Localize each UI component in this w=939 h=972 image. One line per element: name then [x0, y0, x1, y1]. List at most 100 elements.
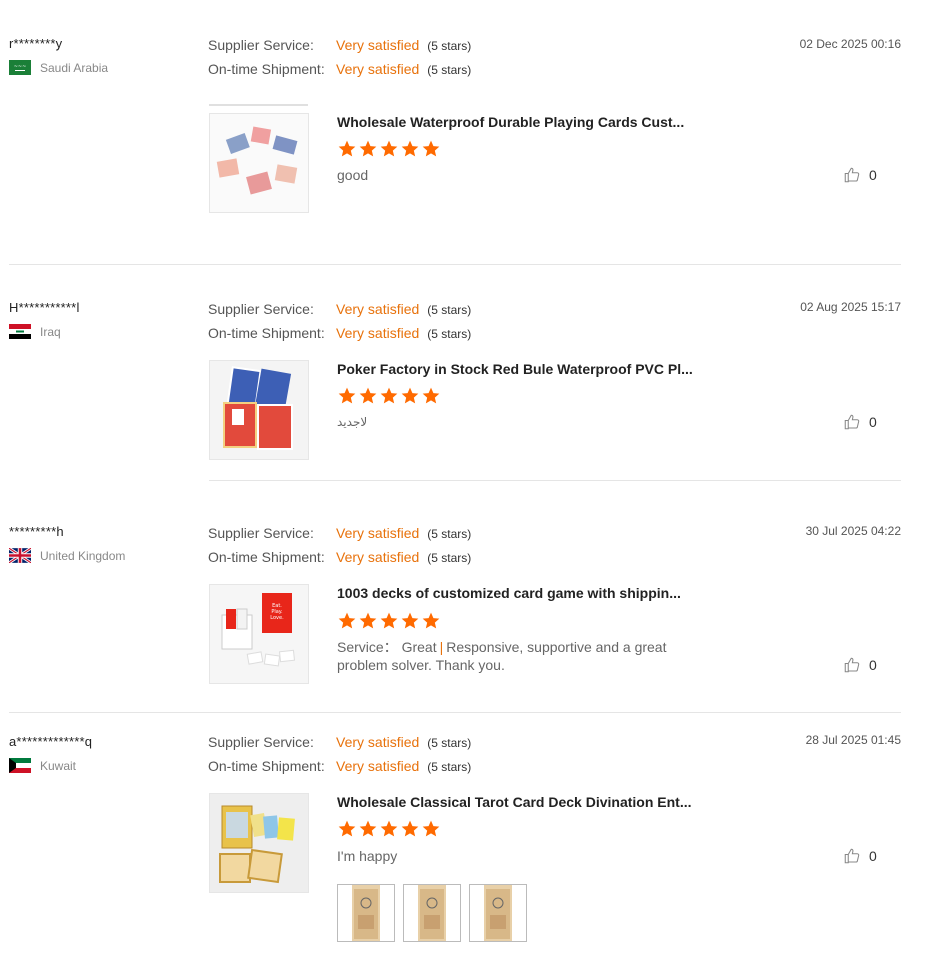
- review-comment: لاجديد: [337, 415, 368, 429]
- star-icon: [338, 140, 356, 157]
- shipment-rating: On-time Shipment: Very satisfied (5 star…: [208, 325, 471, 341]
- svg-text:~~~: ~~~: [14, 64, 27, 70]
- like-count: 0: [869, 414, 877, 430]
- star-icon: [359, 387, 377, 404]
- review-photo[interactable]: [337, 884, 395, 942]
- saudi-arabia-flag-icon: ~~~: [9, 60, 31, 75]
- review-item: r********y ~~~ Saudi Arabia Supplier Ser…: [0, 0, 939, 265]
- product-image[interactable]: Eat. Play. Love.: [209, 584, 309, 684]
- supplier-service-rating: Supplier Service: Very satisfied (5 star…: [208, 525, 471, 541]
- like-button[interactable]: 0: [843, 847, 877, 865]
- review-comment: Service： Great | Responsive, supportive an…: [337, 638, 677, 674]
- thumbs-up-icon: [844, 848, 860, 864]
- rating-value: Very satisfied: [336, 758, 420, 774]
- rating-value: Very satisfied: [336, 734, 420, 750]
- supplier-service-rating: Supplier Service: Very satisfied (5 star…: [208, 301, 471, 317]
- star-icon: [401, 612, 419, 629]
- shipment-rating: On-time Shipment: Very satisfied (5 star…: [208, 549, 471, 565]
- rating-stars-text: (5 stars): [427, 303, 472, 317]
- kuwait-flag-icon: [9, 758, 31, 773]
- review-item: *********h United Kingdom Supplier Servi…: [0, 490, 939, 712]
- supplier-service-rating: Supplier Service: Very satisfied (5 star…: [208, 37, 471, 53]
- like-button[interactable]: 0: [843, 166, 877, 184]
- country-name: Saudi Arabia: [40, 60, 109, 75]
- rating-label: On-time Shipment:: [208, 758, 325, 774]
- like-count: 0: [869, 657, 877, 673]
- review-date: 28 Jul 2025 01:45: [805, 733, 901, 747]
- star-icon: [422, 612, 440, 629]
- reviewer-country: United Kingdom: [9, 548, 125, 563]
- rating-label: Supplier Service:: [208, 525, 314, 541]
- rating-label: Supplier Service:: [208, 37, 314, 53]
- shipment-rating: On-time Shipment: Very satisfied (5 star…: [208, 61, 471, 77]
- review-comment: good: [337, 167, 369, 183]
- rating-value: Very satisfied: [336, 37, 420, 53]
- supplier-service-rating: Supplier Service: Very satisfied (5 star…: [208, 734, 471, 750]
- product-image[interactable]: [209, 113, 309, 213]
- product-rating-stars: [337, 819, 441, 839]
- rating-stars-text: (5 stars): [427, 327, 472, 341]
- united-kingdom-flag-icon: [9, 548, 31, 563]
- iraq-flag-icon: [9, 324, 31, 339]
- thumb-top-line: [209, 104, 308, 106]
- product-image[interactable]: [209, 360, 309, 460]
- star-icon: [422, 820, 440, 837]
- product-rating-stars: [337, 611, 441, 631]
- comment-separator: |: [439, 639, 444, 655]
- product-image[interactable]: [209, 793, 309, 893]
- star-icon: [380, 140, 398, 157]
- rating-label: On-time Shipment:: [208, 549, 325, 565]
- review-date: 02 Dec 2025 00:16: [799, 37, 901, 51]
- like-count: 0: [869, 848, 877, 864]
- rating-value: Very satisfied: [336, 549, 420, 565]
- rating-stars-text: (5 stars): [427, 736, 472, 750]
- star-icon: [338, 612, 356, 629]
- rating-label: Supplier Service:: [208, 301, 314, 317]
- like-count: 0: [869, 167, 877, 183]
- product-title[interactable]: Poker Factory in Stock Red Bule Waterpro…: [337, 361, 693, 377]
- star-icon: [380, 387, 398, 404]
- review-item: a*************q Kuwait Supplier Service:…: [0, 713, 939, 972]
- reviewer-name: *********h: [9, 524, 64, 539]
- reviewer-name: r********y: [9, 36, 63, 51]
- thumbs-up-icon: [844, 657, 860, 673]
- country-name: United Kingdom: [40, 548, 126, 563]
- comment-tag: Service： Great: [337, 639, 437, 655]
- product-title[interactable]: Wholesale Classical Tarot Card Deck Divi…: [337, 794, 692, 810]
- rating-value: Very satisfied: [336, 525, 420, 541]
- rating-value: Very satisfied: [336, 301, 420, 317]
- star-icon: [401, 387, 419, 404]
- star-icon: [359, 140, 377, 157]
- rating-label: On-time Shipment:: [208, 61, 325, 77]
- rating-stars-text: (5 stars): [427, 527, 472, 541]
- star-icon: [380, 820, 398, 837]
- rating-stars-text: (5 stars): [427, 760, 472, 774]
- reviewer-name: H***********l: [9, 300, 80, 315]
- star-icon: [338, 820, 356, 837]
- product-rating-stars: [337, 139, 441, 159]
- product-title[interactable]: Wholesale Waterproof Durable Playing Car…: [337, 114, 684, 130]
- product-title[interactable]: 1003 decks of customized card game with …: [337, 585, 681, 601]
- product-rating-stars: [337, 386, 441, 406]
- star-icon: [422, 140, 440, 157]
- rating-stars-text: (5 stars): [427, 39, 472, 53]
- rating-stars-text: (5 stars): [427, 63, 472, 77]
- review-item: H***********l Iraq Supplier Service: Ver…: [0, 265, 939, 481]
- reviewer-country: Kuwait: [9, 758, 76, 773]
- rating-value: Very satisfied: [336, 61, 420, 77]
- thumbs-up-icon: [844, 414, 860, 430]
- star-icon: [359, 612, 377, 629]
- review-photo[interactable]: [469, 884, 527, 942]
- review-comment: I'm happy: [337, 848, 398, 864]
- like-button[interactable]: 0: [843, 656, 877, 674]
- star-icon: [401, 140, 419, 157]
- star-icon: [359, 820, 377, 837]
- star-icon: [338, 387, 356, 404]
- reviewer-name: a*************q: [9, 734, 93, 749]
- country-name: Iraq: [40, 324, 61, 339]
- like-button[interactable]: 0: [843, 413, 877, 431]
- svg-text:Love.: Love.: [270, 615, 284, 621]
- rating-label: On-time Shipment:: [208, 325, 325, 341]
- rating-stars-text: (5 stars): [427, 551, 472, 565]
- review-photo[interactable]: [403, 884, 461, 942]
